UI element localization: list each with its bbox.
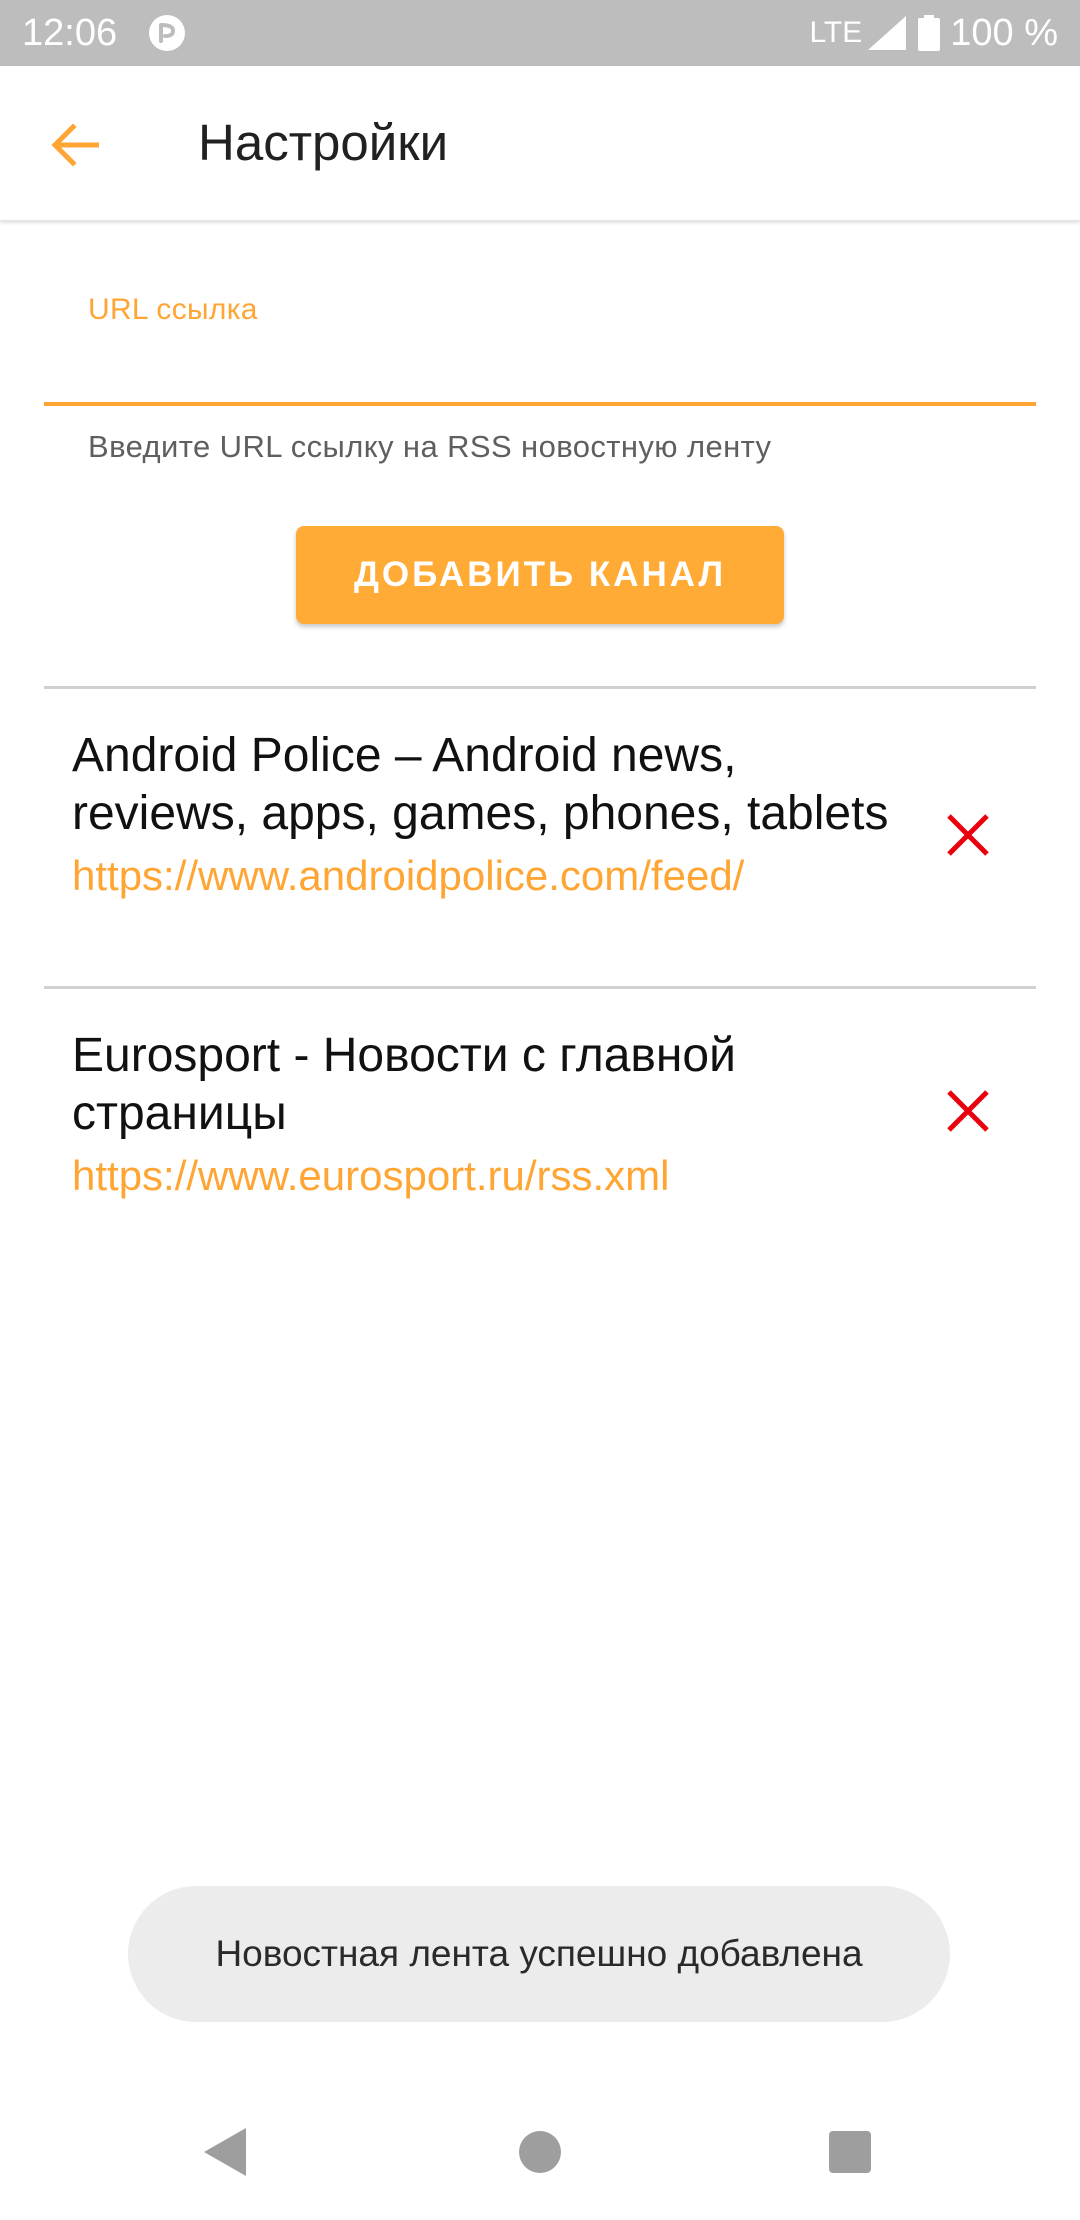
arrow-back-icon — [51, 123, 99, 167]
delete-feed-button[interactable] — [936, 1079, 1000, 1143]
delete-feed-button[interactable] — [936, 803, 1000, 867]
toast-message: Новостная лента успешно добавлена — [128, 1886, 950, 2022]
url-helper-text: Введите URL ссылку на RSS новостную лент… — [88, 429, 772, 464]
feed-item[interactable]: Android Police – Android news, reviews, … — [44, 689, 1036, 986]
battery-level: 100 % — [950, 11, 1058, 54]
network-type: LTE — [809, 16, 863, 49]
page-title: Настройки — [198, 114, 449, 171]
url-input[interactable] — [44, 332, 1036, 406]
feed-title: Android Police – Android news, reviews, … — [72, 729, 889, 840]
back-button[interactable] — [40, 110, 110, 180]
add-channel-button[interactable]: ДОБАВИТЬ КАНАЛ — [296, 526, 784, 624]
url-field-label: URL ссылка — [88, 293, 258, 326]
nav-back-icon[interactable] — [200, 2126, 248, 2178]
status-indicators: LTE 100 % — [809, 10, 1058, 56]
signal-icon — [868, 16, 907, 50]
navigation-bar — [0, 2084, 1080, 2220]
close-icon — [947, 1090, 989, 1132]
battery-icon — [918, 15, 941, 51]
close-icon — [947, 814, 989, 856]
app-bar: Настройки — [0, 66, 1080, 221]
nav-home-icon[interactable] — [519, 2131, 561, 2173]
status-time: 12:06 — [22, 12, 118, 54]
feed-title: Eurosport - Новости с главной страницы — [72, 1029, 736, 1140]
app-notification-icon — [149, 15, 185, 51]
status-bar: 12:06 LTE 100 % — [0, 0, 1080, 66]
feed-list: Android Police – Android news, reviews, … — [44, 686, 1036, 1229]
nav-recents-icon[interactable] — [829, 2131, 871, 2173]
feed-url: https://www.eurosport.ru/rss.xml — [72, 1152, 670, 1199]
feed-url: https://www.androidpolice.com/feed/ — [72, 852, 745, 899]
feed-item[interactable]: Eurosport - Новости с главной страницы h… — [44, 989, 1036, 1229]
